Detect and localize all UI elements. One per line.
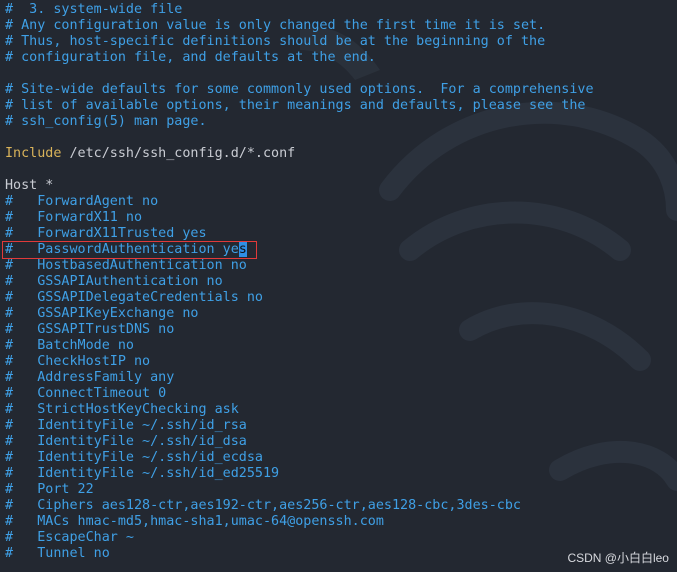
option-line: # CheckHostIP no xyxy=(5,354,150,370)
option-text: IdentityFile ~/.ssh/id_ed25519 xyxy=(13,466,280,481)
option-hash: # xyxy=(5,210,14,225)
option-hash: # xyxy=(5,498,14,513)
comment-hash: # xyxy=(5,98,14,113)
option-text: ForwardAgent no xyxy=(13,194,159,209)
option-text: CheckHostIP no xyxy=(13,354,151,369)
option-hash: # xyxy=(5,418,14,433)
option-text: GSSAPIAuthentication no xyxy=(13,274,223,289)
option-line: # Tunnel no xyxy=(5,546,110,562)
include-path: /etc/ssh/ssh_config.d/*.conf xyxy=(61,146,296,161)
option-line: # EscapeChar ~ xyxy=(5,530,134,546)
option-line: # IdentityFile ~/.ssh/id_ed25519 xyxy=(5,466,279,482)
option-line: # AddressFamily any xyxy=(5,370,174,386)
option-text: PasswordAuthentication ye xyxy=(13,242,239,257)
option-text: MACs hmac-md5,hmac-sha1,umac-64@openssh.… xyxy=(13,514,384,529)
option-line: # ForwardX11Trusted yes xyxy=(5,226,207,242)
comment-text: Any configuration value is only changed … xyxy=(13,18,546,33)
option-line: # HostbasedAuthentication no xyxy=(5,258,247,274)
option-line: # ForwardAgent no xyxy=(5,194,158,210)
comment-text: Thus, host-specific definitions should b… xyxy=(13,34,546,49)
option-hash: # xyxy=(5,370,14,385)
option-hash: # xyxy=(5,514,14,529)
option-line: # StrictHostKeyChecking ask xyxy=(5,402,239,418)
option-text: Tunnel no xyxy=(13,546,110,561)
option-line: # IdentityFile ~/.ssh/id_rsa xyxy=(5,418,247,434)
option-text: ForwardX11Trusted yes xyxy=(13,226,207,241)
option-line: # GSSAPITrustDNS no xyxy=(5,322,174,338)
option-line: # GSSAPIKeyExchange no xyxy=(5,306,199,322)
option-text: StrictHostKeyChecking ask xyxy=(13,402,239,417)
terminal-window[interactable]: # 3. system-wide file # Any configuratio… xyxy=(0,0,677,572)
option-hash: # xyxy=(5,482,14,497)
option-text: AddressFamily any xyxy=(13,370,175,385)
comment-hash: # xyxy=(5,114,14,129)
option-hash: # xyxy=(5,450,14,465)
option-line: # GSSAPIAuthentication no xyxy=(5,274,223,290)
csdn-watermark: CSDN @小白白leo xyxy=(567,551,669,565)
option-hash: # xyxy=(5,434,14,449)
option-text: GSSAPIDelegateCredentials no xyxy=(13,290,263,305)
option-hash: # xyxy=(5,306,14,321)
comment-text: 3. system-wide file xyxy=(13,2,183,17)
option-text: GSSAPITrustDNS no xyxy=(13,322,175,337)
option-hash: # xyxy=(5,466,14,481)
option-text: IdentityFile ~/.ssh/id_ecdsa xyxy=(13,450,263,465)
comment-text: configuration file, and defaults at the … xyxy=(13,50,376,65)
comment-hash: # xyxy=(5,2,14,17)
comment-line: # ssh_config(5) man page. xyxy=(5,114,207,130)
option-hash: # xyxy=(5,258,14,273)
option-line: # Port 22 xyxy=(5,482,94,498)
option-hash: # xyxy=(5,194,14,209)
option-text: EscapeChar ~ xyxy=(13,530,134,545)
comment-text: list of available options, their meaning… xyxy=(13,98,586,113)
comment-hash: # xyxy=(5,82,14,97)
option-hash: # xyxy=(5,226,14,241)
comment-hash: # xyxy=(5,18,14,33)
option-line: # BatchMode no xyxy=(5,338,134,354)
include-line: Include /etc/ssh/ssh_config.d/*.conf xyxy=(5,146,295,162)
option-text: BatchMode no xyxy=(13,338,134,353)
comment-hash: # xyxy=(5,50,14,65)
comment-line: # configuration file, and defaults at th… xyxy=(5,50,376,66)
option-text: IdentityFile ~/.ssh/id_dsa xyxy=(13,434,247,449)
comment-text: Site-wide defaults for some commonly use… xyxy=(13,82,594,97)
option-hash: # xyxy=(5,338,14,353)
comment-text: ssh_config(5) man page. xyxy=(13,114,207,129)
option-hash: # xyxy=(5,402,14,417)
option-hash: # xyxy=(5,274,14,289)
option-hash: # xyxy=(5,322,14,337)
option-hash: # xyxy=(5,242,14,257)
option-text: GSSAPIKeyExchange no xyxy=(13,306,199,321)
option-hash: # xyxy=(5,354,14,369)
include-keyword: Include xyxy=(5,146,62,161)
option-line: # Ciphers aes128-ctr,aes192-ctr,aes256-c… xyxy=(5,498,521,514)
option-text: HostbasedAuthentication no xyxy=(13,258,247,273)
option-hash: # xyxy=(5,546,14,561)
comment-hash: # xyxy=(5,34,14,49)
text-cursor[interactable]: s xyxy=(238,242,247,257)
comment-line: # list of available options, their meani… xyxy=(5,98,585,114)
option-line: # ForwardX11 no xyxy=(5,210,142,226)
option-hash: # xyxy=(5,386,14,401)
comment-line: # 3. system-wide file xyxy=(5,2,182,18)
option-text: ConnectTimeout 0 xyxy=(13,386,167,401)
comment-line: # Site-wide defaults for some commonly u… xyxy=(5,82,594,98)
option-text: IdentityFile ~/.ssh/id_rsa xyxy=(13,418,247,433)
option-line: # IdentityFile ~/.ssh/id_dsa xyxy=(5,434,247,450)
option-line-password-authentication: # PasswordAuthentication yes xyxy=(5,242,247,258)
option-line: # ConnectTimeout 0 xyxy=(5,386,166,402)
option-text: ForwardX11 no xyxy=(13,210,143,225)
comment-line: # Any configuration value is only change… xyxy=(5,18,545,34)
option-line: # IdentityFile ~/.ssh/id_ecdsa xyxy=(5,450,263,466)
option-line: # GSSAPIDelegateCredentials no xyxy=(5,290,263,306)
option-line: # MACs hmac-md5,hmac-sha1,umac-64@openss… xyxy=(5,514,384,530)
option-text: Ciphers aes128-ctr,aes192-ctr,aes256-ctr… xyxy=(13,498,521,513)
option-text: Port 22 xyxy=(13,482,94,497)
option-hash: # xyxy=(5,290,14,305)
comment-line: # Thus, host-specific definitions should… xyxy=(5,34,545,50)
option-hash: # xyxy=(5,530,14,545)
host-line: Host * xyxy=(5,178,54,193)
